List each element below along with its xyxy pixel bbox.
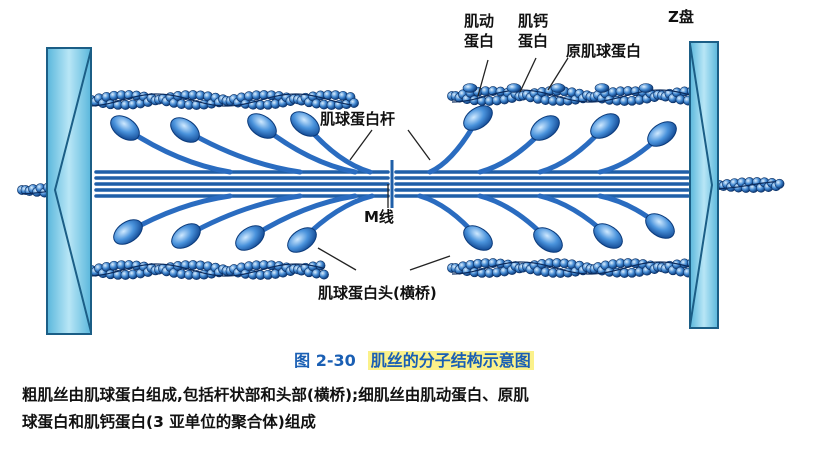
myosin-head — [427, 105, 493, 175]
figure-description: 粗肌丝由肌球蛋白组成,包括杆状部和头部(横桥);细肌丝由肌动蛋白、原肌 球蛋白和… — [22, 382, 812, 436]
figure: { "labels": { "z_disc": "Z盘", "actin_lin… — [0, 0, 828, 454]
troponin — [550, 83, 566, 93]
myosin-head — [417, 193, 493, 251]
thick-filament — [94, 160, 690, 208]
myosin-head — [477, 115, 560, 175]
troponin-label-line2: 蛋白 — [518, 32, 548, 50]
myosin-head-globule — [171, 223, 201, 249]
actin-bead — [349, 98, 359, 108]
z-disc-label: Z盘 — [668, 8, 694, 26]
m-line-label: M线 — [364, 208, 394, 226]
troponin — [638, 83, 654, 93]
figure-title: 肌丝的分子结构示意图 — [367, 351, 534, 370]
description-line-1: 粗肌丝由肌球蛋白组成,包括杆状部和头部(横桥);细肌丝由肌动蛋白、原肌 — [22, 386, 529, 404]
tropomyosin-label: 原肌球蛋白 — [566, 42, 641, 60]
myosin-head — [110, 115, 233, 175]
myosin-head-globule — [113, 219, 143, 245]
troponin-label-line1: 肌钙 — [518, 12, 548, 30]
troponin — [462, 83, 478, 93]
myosin-head — [477, 193, 563, 253]
thin-filament-top-left — [83, 90, 359, 110]
myosin-head-globule — [110, 115, 140, 141]
myosin-head-label: 肌球蛋白头(横桥) — [318, 284, 437, 302]
myofilament-diagram: Z盘 肌动 蛋白 肌钙 蛋白 原肌球蛋白 肌球蛋白杆 M线 肌球蛋白头(横桥) — [17, 8, 785, 335]
myosin-neck — [125, 193, 233, 235]
z-disc-right — [689, 41, 719, 329]
z-disc-left — [46, 47, 92, 335]
thin-filaments — [17, 83, 785, 280]
myosin-head — [170, 117, 303, 175]
myosin-head-globule — [463, 105, 493, 131]
actin-bead — [319, 269, 329, 280]
description-line-2: 球蛋白和肌钙蛋白(3 亚单位的聚合体)组成 — [22, 413, 316, 431]
thin-filament-bottom-left — [83, 260, 329, 280]
myosin-rod-label: 肌球蛋白杆 — [320, 110, 395, 128]
troponin — [594, 83, 610, 93]
myosin-head — [287, 193, 375, 253]
actin-bead — [774, 178, 785, 189]
actin-label-line2: 蛋白 — [464, 32, 494, 50]
troponin — [506, 83, 522, 93]
thin-filament-bottom-right — [447, 258, 701, 278]
myosin-head-globule — [235, 225, 265, 251]
thin-filament-outer-right — [711, 177, 785, 193]
actin-label-line1: 肌动 — [464, 12, 494, 30]
myosin-head-globule — [170, 117, 200, 143]
figure-number: 图 2-30 — [294, 351, 356, 370]
figure-caption: 图 2-30 肌丝的分子结构示意图 — [0, 347, 828, 371]
thin-filament-top-right — [447, 86, 701, 106]
